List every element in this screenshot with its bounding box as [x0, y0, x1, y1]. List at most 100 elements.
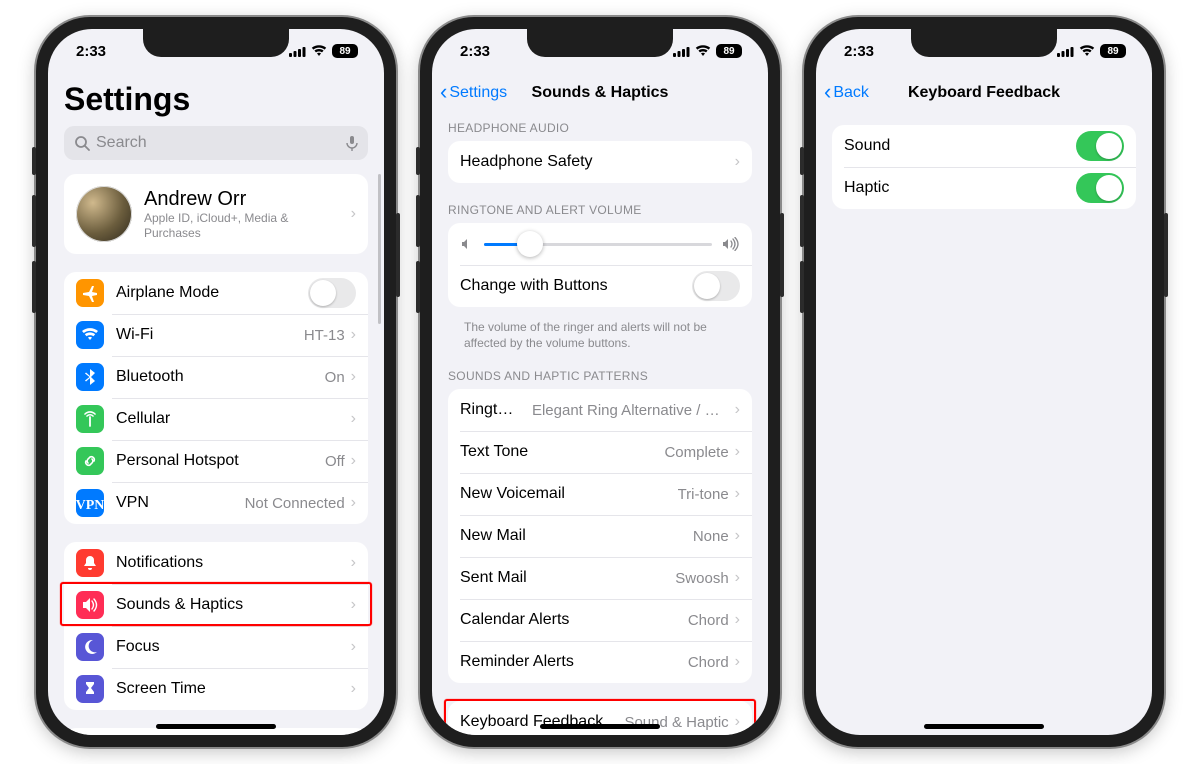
chevron-right-icon: › — [735, 485, 740, 503]
volume-slider-row[interactable] — [448, 223, 752, 265]
chevron-right-icon: › — [735, 653, 740, 671]
speaker-low-icon — [460, 237, 474, 251]
cell-label: Personal Hotspot — [116, 452, 239, 470]
settings-row-general[interactable]: General› — [64, 728, 368, 735]
settings-row-notifications[interactable]: Notifications› — [64, 542, 368, 584]
home-indicator[interactable] — [540, 724, 660, 729]
chevron-right-icon: › — [351, 494, 356, 512]
antenna-icon — [76, 405, 104, 433]
mic-icon — [346, 135, 358, 151]
chevron-right-icon: › — [351, 205, 356, 223]
cell-label: Airplane Mode — [116, 284, 219, 302]
status-time: 2:33 — [844, 43, 874, 60]
home-indicator[interactable] — [924, 724, 1044, 729]
cell-label: Headphone Safety — [460, 153, 593, 171]
toggle-switch[interactable] — [692, 271, 740, 301]
cell-value: Complete — [664, 444, 728, 461]
headphone-safety-row[interactable]: Headphone Safety › — [448, 141, 752, 183]
home-indicator[interactable] — [156, 724, 276, 729]
chevron-right-icon: › — [351, 596, 356, 614]
link-icon — [76, 447, 104, 475]
cellular-icon — [1057, 46, 1074, 57]
settings-row-airplane-mode[interactable]: Airplane Mode — [64, 272, 368, 314]
feedback-row-haptic[interactable]: Haptic — [832, 167, 1136, 209]
settings-row-sounds-haptics[interactable]: Sounds & Haptics › — [64, 584, 368, 626]
change-with-buttons-row[interactable]: Change with Buttons — [448, 265, 752, 307]
apple-id-sub: Apple ID, iCloud+, Media & Purchases — [144, 211, 345, 241]
pattern-row-reminder-alerts[interactable]: Reminder AlertsChord› — [448, 641, 752, 683]
chevron-left-icon: ‹ — [440, 81, 447, 103]
settings-row-vpn[interactable]: VPN VPN Not Connected › — [64, 482, 368, 524]
cell-label: Focus — [116, 638, 160, 656]
volume-slider[interactable] — [484, 229, 712, 259]
settings-row-wi-fi[interactable]: Wi-FiHT-13› — [64, 314, 368, 356]
cell-label: Change with Buttons — [460, 277, 608, 295]
pattern-row-text-tone[interactable]: Text ToneComplete› — [448, 431, 752, 473]
cell-label: Sounds & Haptics — [116, 596, 243, 614]
cell-value: Swoosh — [675, 570, 728, 587]
pattern-row-new-mail[interactable]: New MailNone› — [448, 515, 752, 557]
pattern-row-sent-mail[interactable]: Sent MailSwoosh› — [448, 557, 752, 599]
back-button[interactable]: ‹Back — [824, 83, 869, 103]
settings-row-screen-time[interactable]: Screen Time› — [64, 668, 368, 710]
apple-id-name: Andrew Orr — [144, 188, 345, 211]
bluetooth-icon — [76, 363, 104, 391]
cell-label: New Voicemail — [460, 485, 565, 503]
vpn-icon: VPN — [76, 489, 104, 517]
wifi-icon — [1079, 45, 1095, 57]
iphone-frame: 2:33 89 ‹Back Keyboard Feedback SoundHap… — [804, 17, 1164, 747]
cell-value: On — [325, 369, 345, 386]
wifi-icon — [695, 45, 711, 57]
cell-value: Chord — [688, 612, 729, 629]
keyboard-feedback-row[interactable]: Keyboard Feedback Sound & Haptic › — [448, 701, 752, 735]
iphone-frame: 2:33 89 Settings Search Andrew Orr — [36, 17, 396, 747]
section-header: HEADPHONE AUDIO — [432, 121, 768, 141]
cell-label: Wi-Fi — [116, 326, 153, 344]
section-header: SOUNDS AND HAPTIC PATTERNS — [432, 369, 768, 389]
section-header: RINGTONE AND ALERT VOLUME — [432, 203, 768, 223]
search-placeholder: Search — [96, 134, 340, 152]
status-time: 2:33 — [460, 43, 490, 60]
pattern-row-new-voicemail[interactable]: New VoicemailTri-tone› — [448, 473, 752, 515]
chevron-right-icon: › — [735, 401, 740, 419]
cell-label: Sent Mail — [460, 569, 527, 587]
back-label: Settings — [449, 84, 507, 102]
chevron-right-icon: › — [351, 410, 356, 428]
speaker-high-icon — [722, 237, 740, 251]
cell-value: HT-13 — [304, 327, 345, 344]
back-label: Back — [833, 84, 869, 102]
feedback-row-sound[interactable]: Sound — [832, 125, 1136, 167]
cell-label: Haptic — [844, 179, 889, 197]
cell-label: Text Tone — [460, 443, 528, 461]
settings-row-focus[interactable]: Focus› — [64, 626, 368, 668]
battery-icon: 89 — [716, 44, 742, 58]
cell-label: VPN — [116, 494, 149, 512]
settings-row-cellular[interactable]: Cellular› — [64, 398, 368, 440]
cell-value: Not Connected — [245, 495, 345, 512]
settings-row-bluetooth[interactable]: BluetoothOn› — [64, 356, 368, 398]
cell-value: None — [693, 528, 729, 545]
svg-text:VPN: VPN — [76, 498, 104, 513]
bell-icon — [76, 549, 104, 577]
search-input[interactable]: Search — [64, 126, 368, 160]
battery-icon: 89 — [332, 44, 358, 58]
avatar — [76, 186, 132, 242]
hourglass-icon — [76, 675, 104, 703]
pattern-row-ringtone[interactable]: RingtoneElegant Ring Alternative / Cle…› — [448, 389, 752, 431]
cellular-icon — [289, 46, 306, 57]
pattern-row-calendar-alerts[interactable]: Calendar AlertsChord› — [448, 599, 752, 641]
cell-label: Ringtone — [460, 401, 520, 419]
search-icon — [74, 135, 90, 151]
chevron-right-icon: › — [351, 554, 356, 572]
toggle-switch[interactable] — [1076, 173, 1124, 203]
back-button[interactable]: ‹Settings — [440, 83, 507, 103]
apple-id-row[interactable]: Andrew Orr Apple ID, iCloud+, Media & Pu… — [64, 174, 368, 254]
toggle-switch[interactable] — [1076, 131, 1124, 161]
iphone-frame: 2:33 89 ‹Settings Sounds & Haptics HEADP… — [420, 17, 780, 747]
wifi-icon — [311, 45, 327, 57]
toggle-switch[interactable] — [308, 278, 356, 308]
cell-label: Calendar Alerts — [460, 611, 569, 629]
moon-icon — [76, 633, 104, 661]
wifi-icon — [76, 321, 104, 349]
settings-row-personal-hotspot[interactable]: Personal HotspotOff› — [64, 440, 368, 482]
